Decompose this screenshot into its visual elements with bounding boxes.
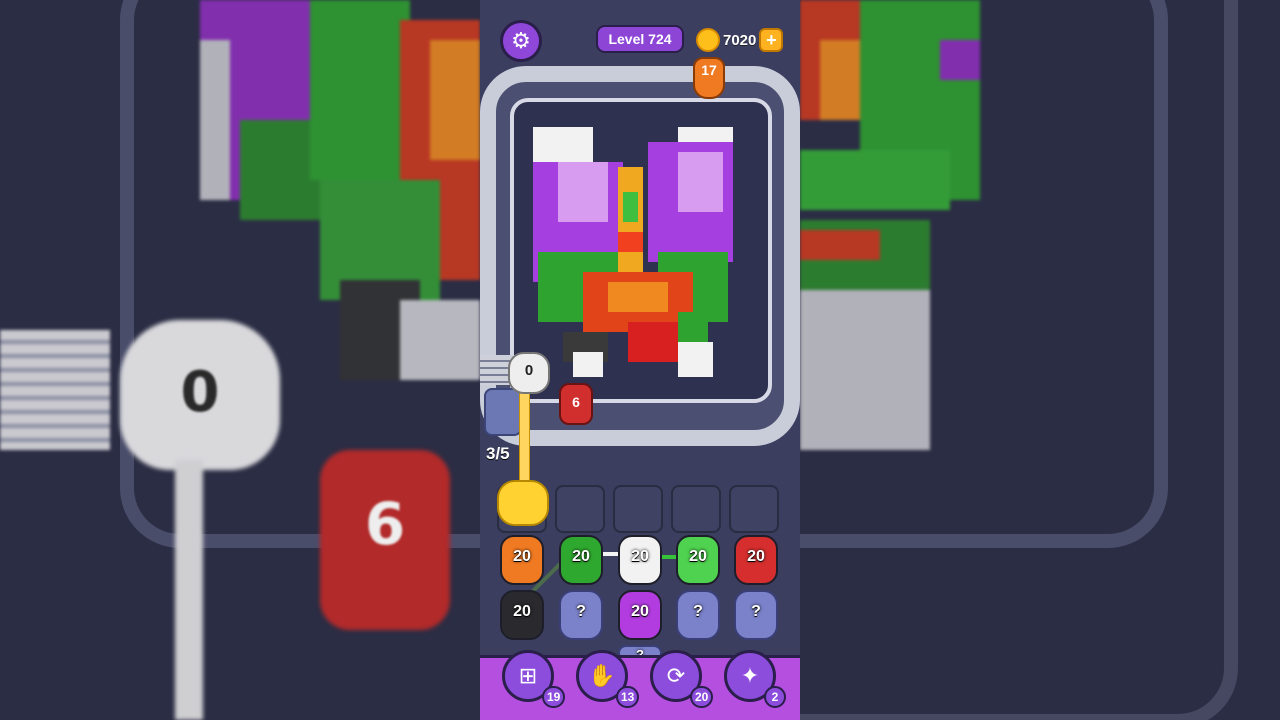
mystery-blob[interactable]: ? <box>559 590 603 640</box>
slot-5[interactable] <box>729 485 779 533</box>
mystery-blob[interactable]: ? <box>734 590 778 640</box>
coin-counter: 7020 + <box>696 27 784 53</box>
hand-icon: ✋ <box>588 663 616 689</box>
game-screen: ⚙ Level 724 7020 + 17 0 6 3/5 20 20 20 20 20… <box>480 0 800 720</box>
backdrop-fist-number: 0 <box>180 360 220 425</box>
booster-count: 20 <box>690 686 714 708</box>
white-fist-shooter: 0 <box>508 352 550 394</box>
level-badge: Level 724 <box>596 25 684 53</box>
backdrop-red-number: 6 <box>364 490 406 558</box>
slot-2[interactable] <box>555 485 605 533</box>
conveyor-red-blob: 6 <box>559 383 593 425</box>
slot-4[interactable] <box>671 485 721 533</box>
backdrop-artwork-right <box>800 0 980 450</box>
left-blurred-backdrop: 0 6 <box>0 0 480 720</box>
settings-button[interactable]: ⚙ <box>500 20 542 62</box>
color-blob[interactable]: 20 <box>734 535 778 585</box>
slot-3[interactable] <box>613 485 663 533</box>
backdrop-stack <box>0 330 110 450</box>
magic-icon: ✦ <box>740 663 760 689</box>
coin-icon <box>696 28 720 52</box>
coin-value: 7020 <box>723 31 757 49</box>
color-blob[interactable]: 20 <box>500 590 544 640</box>
backdrop-artwork <box>200 0 480 380</box>
color-blob[interactable]: 20 <box>559 535 603 585</box>
backdrop-pole <box>175 460 203 720</box>
buy-coins-button[interactable]: + <box>759 28 784 52</box>
conveyor-orange-blob: 17 <box>693 57 725 99</box>
queue-counter: 3/5 <box>486 444 510 463</box>
color-blob[interactable]: 20 <box>676 535 720 585</box>
blue-container <box>484 388 522 436</box>
color-blob[interactable]: 20 <box>500 535 544 585</box>
booster-count: 2 <box>764 686 786 708</box>
gear-icon: ⚙ <box>511 28 531 54</box>
yellow-fist-in-slot[interactable] <box>497 480 549 526</box>
color-blob[interactable]: 20 <box>618 535 662 585</box>
mystery-blob[interactable]: ? <box>676 590 720 640</box>
right-blurred-backdrop <box>800 0 1280 720</box>
booster-count: 13 <box>616 686 640 708</box>
pixel-artwork-canvas[interactable] <box>528 122 738 382</box>
color-blob[interactable]: 20 <box>618 590 662 640</box>
add-slot-icon: ⊞ <box>518 663 538 689</box>
shuffle-icon: ⟳ <box>666 663 686 689</box>
booster-count: 19 <box>542 686 566 708</box>
